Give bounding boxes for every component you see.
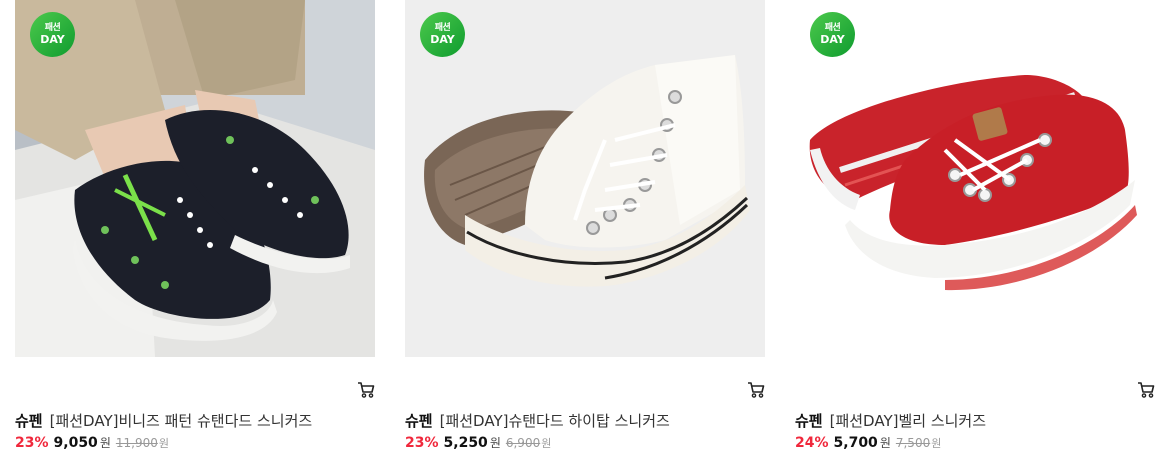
cart-icon[interactable]: [1137, 381, 1155, 399]
discount-rate: 23%: [405, 435, 439, 451]
price-row: 24% 5,700 원 7,500원: [795, 434, 1155, 451]
product-title[interactable]: 슈펜 [패션DAY]벨리 스니커즈: [795, 410, 1155, 431]
product-card[interactable]: 패션 DAY 슈펜 [패션DAY]슈탠다드 하이탑 스니커즈 23% 5,250 원 6…: [405, 0, 765, 472]
fashion-day-badge: 패션 DAY: [810, 12, 855, 57]
product-name: [패션DAY]비니즈 패턴 슈탠다드 스니커즈: [49, 412, 313, 430]
product-title[interactable]: 슈펜 [패션DAY]비니즈 패턴 슈탠다드 스니커즈: [15, 410, 375, 431]
product-image[interactable]: 패션 DAY: [795, 0, 1155, 357]
cart-icon[interactable]: [747, 381, 765, 399]
discount-rate: 23%: [15, 435, 49, 451]
product-card[interactable]: 패션 DAY 슈펜 [패션DAY]벨리 스니커즈 24% 5,700 원 7,500원: [795, 0, 1155, 472]
original-price: 6,900: [505, 436, 541, 450]
price-row: 23% 9,050 원 11,900원: [15, 434, 375, 451]
original-currency-label: 원: [158, 437, 169, 450]
original-price: 7,500: [895, 436, 931, 450]
product-image[interactable]: 패션 DAY: [405, 0, 765, 357]
original-price: 11,900: [115, 436, 158, 450]
brand-name: 슈펜: [795, 412, 823, 430]
fashion-day-badge: 패션 DAY: [30, 12, 75, 57]
product-title[interactable]: 슈펜 [패션DAY]슈탠다드 하이탑 스니커즈: [405, 410, 765, 431]
fashion-day-badge: 패션 DAY: [420, 12, 465, 57]
price-row: 23% 5,250 원 6,900원: [405, 434, 765, 451]
product-name: [패션DAY]슈탠다드 하이탑 스니커즈: [439, 412, 670, 430]
sale-price: 5,700: [833, 435, 878, 451]
original-currency-label: 원: [931, 437, 942, 450]
currency-label: 원: [489, 436, 501, 450]
product-image[interactable]: 패션 DAY: [15, 0, 375, 357]
discount-rate: 24%: [795, 435, 829, 451]
sale-price: 9,050: [53, 435, 98, 451]
currency-label: 원: [879, 436, 891, 450]
product-name: [패션DAY]벨리 스니커즈: [829, 412, 987, 430]
sale-price: 5,250: [443, 435, 488, 451]
original-currency-label: 원: [541, 437, 552, 450]
brand-name: 슈펜: [405, 412, 433, 430]
brand-name: 슈펜: [15, 412, 43, 430]
currency-label: 원: [99, 436, 111, 450]
product-card[interactable]: 패션 DAY 슈펜 [패션DAY]비니즈 패턴 슈탠다드 스니커즈 23% 9,05…: [15, 0, 375, 472]
cart-icon[interactable]: [357, 381, 375, 399]
